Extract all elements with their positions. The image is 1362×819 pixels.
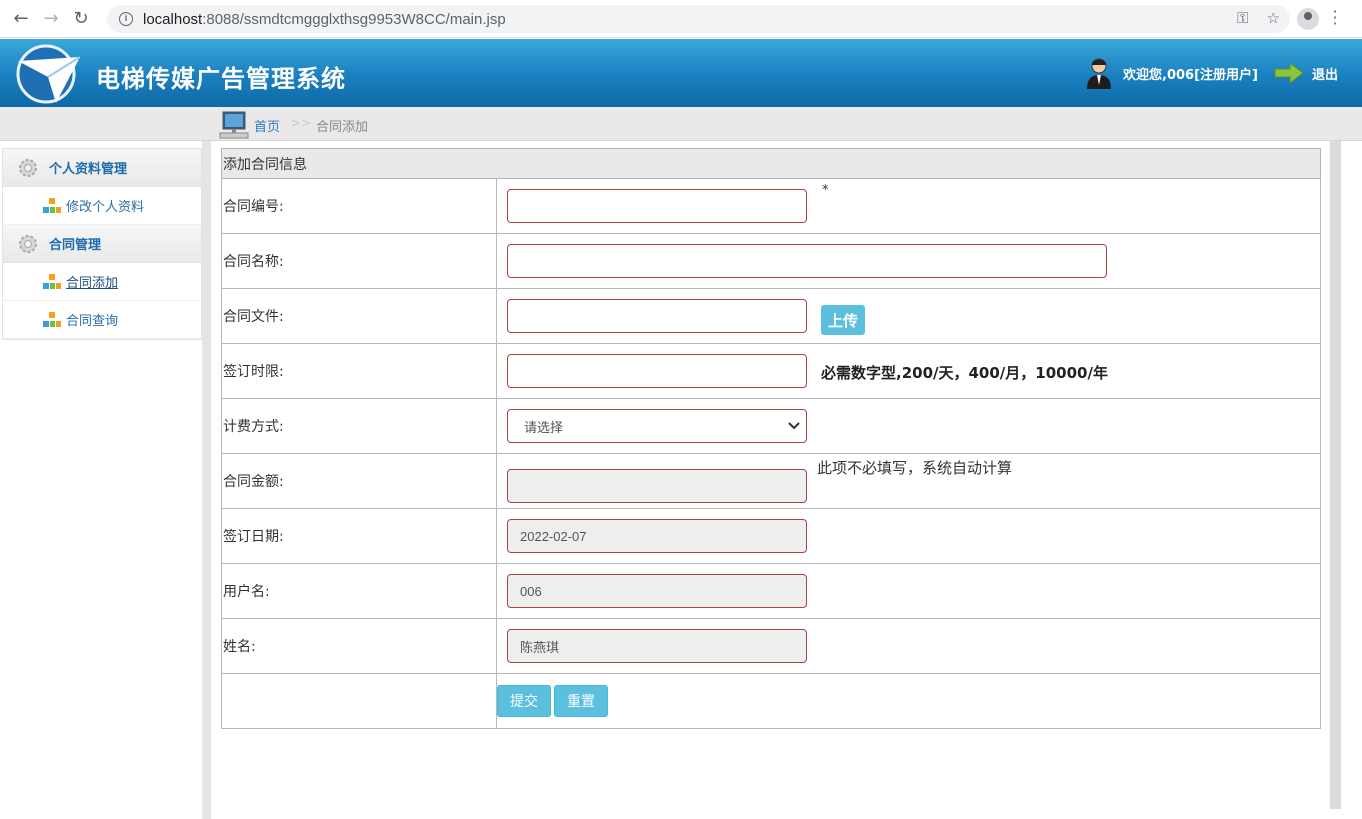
contract-name-input[interactable]: [507, 244, 1107, 278]
field-label: 合同金额:: [221, 453, 497, 509]
sidebar-divider: [202, 141, 211, 819]
contract-form: 添加合同信息 合同编号: * 合同名称: 合同文件: 上传 签订时限: 必需数字…: [221, 148, 1321, 729]
required-mark: *: [822, 183, 829, 198]
sign-date-input[interactable]: 2022-02-07: [507, 519, 807, 553]
contract-no-input[interactable]: [507, 189, 807, 223]
sidebar-menu: 个人资料管理 修改个人资料 合同管理 合同添加 合同查询: [2, 148, 202, 340]
bookmark-star-icon[interactable]: ☆: [1267, 9, 1280, 27]
gear-icon: [19, 234, 37, 253]
field-label: 计费方式:: [221, 398, 497, 454]
field-label: 用户名:: [221, 563, 497, 619]
blocks-icon: [43, 311, 61, 327]
billing-selected-value: 请选择: [524, 419, 564, 435]
sidebar-group-contract[interactable]: 合同管理: [3, 225, 201, 263]
back-icon[interactable]: ←: [6, 4, 36, 34]
empty-cell: [221, 673, 497, 729]
logout-link[interactable]: 退出: [1312, 64, 1338, 83]
user-avatar-icon: [1087, 58, 1112, 89]
breadcrumb-separator: >>: [291, 116, 312, 130]
sidebar: 个人资料管理 修改个人资料 合同管理 合同添加 合同查询: [0, 141, 211, 819]
field-label: 签订时限:: [221, 343, 497, 399]
vertical-scrollbar[interactable]: [1330, 141, 1341, 809]
key-icon[interactable]: ⚿: [1237, 9, 1248, 27]
sidebar-item-label: 修改个人资料: [66, 200, 145, 215]
sidebar-group-label: 个人资料管理: [49, 162, 128, 177]
sidebar-item-edit-profile[interactable]: 修改个人资料: [3, 187, 201, 225]
amount-input[interactable]: [507, 469, 807, 503]
welcome-text: 欢迎您,006[注册用户]: [1123, 67, 1258, 83]
main-content: 添加合同信息 合同编号: * 合同名称: 合同文件: 上传 签订时限: 必需数字…: [211, 141, 1330, 819]
app-title: 电梯传媒广告管理系统: [96, 65, 346, 93]
page-margin: [1341, 141, 1362, 819]
app-header: 电梯传媒广告管理系统 欢迎您,006[注册用户] 退出: [0, 39, 1362, 107]
term-hint: 必需数字型,200/天，400/月，10000/年: [821, 364, 1108, 382]
name-input[interactable]: 陈燕琪: [507, 629, 807, 663]
breadcrumb-home-link[interactable]: 首页: [254, 116, 280, 135]
field-label: 合同名称:: [221, 233, 497, 289]
logo-icon: [16, 44, 81, 104]
computer-icon: [219, 111, 249, 139]
sidebar-item-contract-add[interactable]: 合同添加: [3, 263, 201, 301]
reset-button[interactable]: 重置: [554, 685, 608, 717]
term-input[interactable]: [507, 354, 807, 388]
contract-file-input[interactable]: [507, 299, 807, 333]
field-label: 姓名:: [221, 618, 497, 674]
site-info-icon[interactable]: i: [119, 12, 133, 26]
blocks-icon: [43, 197, 61, 213]
amount-hint: 此项不必填写，系统自动计算: [817, 459, 1013, 477]
breadcrumb: 首页 >> 合同添加: [0, 107, 1362, 141]
sidebar-item-label: 合同添加: [66, 276, 119, 291]
field-label: 合同编号:: [221, 178, 497, 234]
browser-toolbar: ← → ↻ i localhost:8088/ssmdtcmggglxthsg9…: [0, 0, 1362, 38]
forward-icon[interactable]: →: [36, 4, 66, 34]
sidebar-item-contract-query[interactable]: 合同查询: [3, 301, 201, 339]
sidebar-item-label: 合同查询: [66, 314, 119, 329]
field-label: 合同文件:: [221, 288, 497, 344]
url-text[interactable]: localhost:8088/ssmdtcmggglxthsg9953W8CC/…: [143, 11, 506, 28]
browser-menu-icon[interactable]: · · ·: [1332, 4, 1338, 32]
breadcrumb-current: 合同添加: [316, 120, 369, 135]
submit-button[interactable]: 提交: [497, 685, 551, 717]
username-input[interactable]: 006: [507, 574, 807, 608]
billing-select[interactable]: 请选择: [507, 409, 807, 443]
chevron-down-icon: [788, 422, 800, 430]
sidebar-group-profile[interactable]: 个人资料管理: [3, 149, 201, 187]
sidebar-group-label: 合同管理: [49, 238, 102, 253]
reload-icon[interactable]: ↻: [66, 4, 96, 34]
logout-arrow-icon[interactable]: [1274, 62, 1304, 84]
blocks-icon: [43, 273, 61, 289]
gear-icon: [19, 158, 37, 177]
field-label: 签订日期:: [221, 508, 497, 564]
address-bar[interactable]: i localhost:8088/ssmdtcmggglxthsg9953W8C…: [107, 5, 1290, 33]
form-heading: 添加合同信息: [221, 148, 1321, 179]
profile-avatar-icon[interactable]: [1297, 8, 1319, 30]
upload-button[interactable]: 上传: [821, 305, 865, 335]
